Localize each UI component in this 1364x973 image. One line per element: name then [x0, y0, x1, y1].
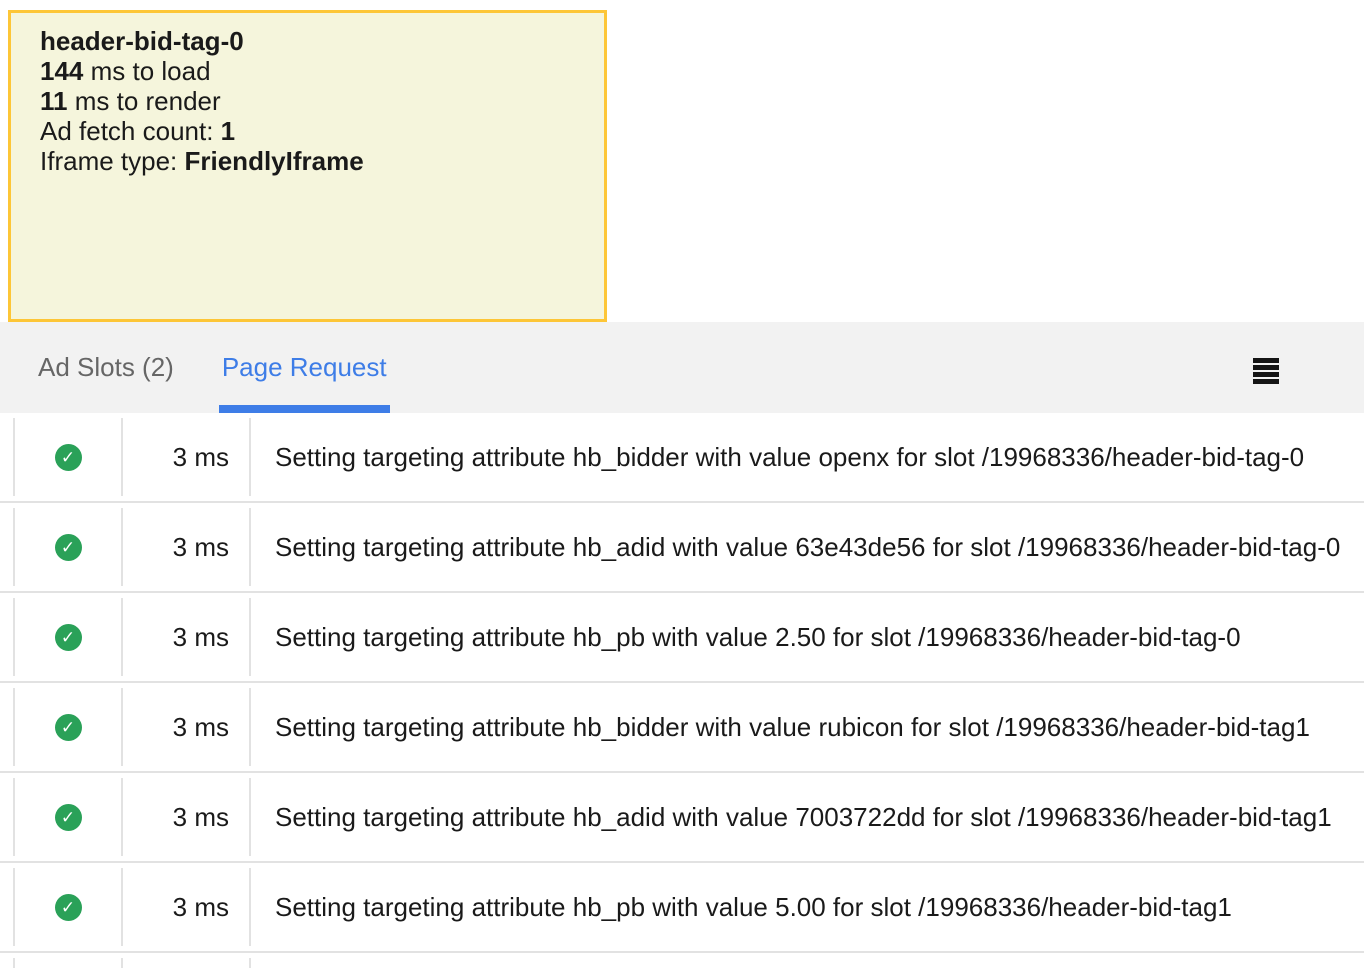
- iframe-type-line: Iframe type: FriendlyIframe: [40, 146, 584, 176]
- list-icon-bar: [1253, 358, 1279, 363]
- list-icon-bar: [1253, 372, 1279, 377]
- slot-overlay-panel: header-bid-tag-0 144 ms to load 11 ms to…: [8, 10, 607, 322]
- row-message: Setting targeting attribute hb_adid with…: [251, 508, 1364, 586]
- tab-ad-slots[interactable]: Ad Slots (2): [38, 322, 174, 413]
- status-cell: ✓: [13, 688, 123, 766]
- row-message: Setting targeting attribute hb_pb with v…: [251, 598, 1364, 676]
- row-message: [251, 958, 1364, 968]
- table-row: ✓ 3 ms Setting targeting attribute hb_bi…: [0, 413, 1364, 503]
- success-check-icon: ✓: [55, 804, 82, 831]
- row-time: 3 ms: [123, 868, 251, 946]
- list-menu-icon[interactable]: [1253, 358, 1279, 384]
- status-cell: ✓: [13, 778, 123, 856]
- table-row: ✓ 3 ms Setting targeting attribute hb_bi…: [0, 683, 1364, 773]
- status-cell: [13, 958, 123, 968]
- row-time: [123, 958, 251, 968]
- table-row-partial: [0, 953, 1364, 973]
- row-time: 3 ms: [123, 688, 251, 766]
- success-check-icon: ✓: [55, 444, 82, 471]
- row-time: 3 ms: [123, 508, 251, 586]
- row-time: 3 ms: [123, 778, 251, 856]
- iframe-type-label: Iframe type:: [40, 146, 185, 176]
- load-time-label: ms to load: [83, 56, 210, 86]
- row-message: Setting targeting attribute hb_bidder wi…: [251, 688, 1364, 766]
- success-check-icon: ✓: [55, 894, 82, 921]
- list-icon-bar: [1253, 379, 1279, 384]
- slot-name: header-bid-tag-0: [40, 26, 584, 56]
- status-cell: ✓: [13, 508, 123, 586]
- fetch-count-value: 1: [221, 116, 235, 146]
- table-row: ✓ 3 ms Setting targeting attribute hb_pb…: [0, 593, 1364, 683]
- row-message: Setting targeting attribute hb_adid with…: [251, 778, 1364, 856]
- fetch-count-line: Ad fetch count: 1: [40, 116, 584, 146]
- load-time-value: 144: [40, 56, 83, 86]
- render-time-label: ms to render: [68, 86, 221, 116]
- row-time: 3 ms: [123, 418, 251, 496]
- table-row: ✓ 3 ms Setting targeting attribute hb_ad…: [0, 773, 1364, 863]
- success-check-icon: ✓: [55, 534, 82, 561]
- tab-page-request[interactable]: Page Request: [222, 322, 387, 413]
- row-message: Setting targeting attribute hb_bidder wi…: [251, 418, 1364, 496]
- status-cell: ✓: [13, 598, 123, 676]
- render-time-line: 11 ms to render: [40, 86, 584, 116]
- fetch-count-label: Ad fetch count:: [40, 116, 221, 146]
- row-time: 3 ms: [123, 598, 251, 676]
- render-time-value: 11: [40, 86, 68, 116]
- success-check-icon: ✓: [55, 714, 82, 741]
- list-icon-bar: [1253, 365, 1279, 370]
- table-row: ✓ 3 ms Setting targeting attribute hb_pb…: [0, 863, 1364, 953]
- tab-bar: Ad Slots (2) Page Request: [0, 322, 1364, 413]
- status-cell: ✓: [13, 868, 123, 946]
- row-message: Setting targeting attribute hb_pb with v…: [251, 868, 1364, 946]
- page-request-log-table: ✓ 3 ms Setting targeting attribute hb_bi…: [0, 413, 1364, 973]
- table-row: ✓ 3 ms Setting targeting attribute hb_ad…: [0, 503, 1364, 593]
- iframe-type-value: FriendlyIframe: [185, 146, 364, 176]
- success-check-icon: ✓: [55, 624, 82, 651]
- load-time-line: 144 ms to load: [40, 56, 584, 86]
- status-cell: ✓: [13, 418, 123, 496]
